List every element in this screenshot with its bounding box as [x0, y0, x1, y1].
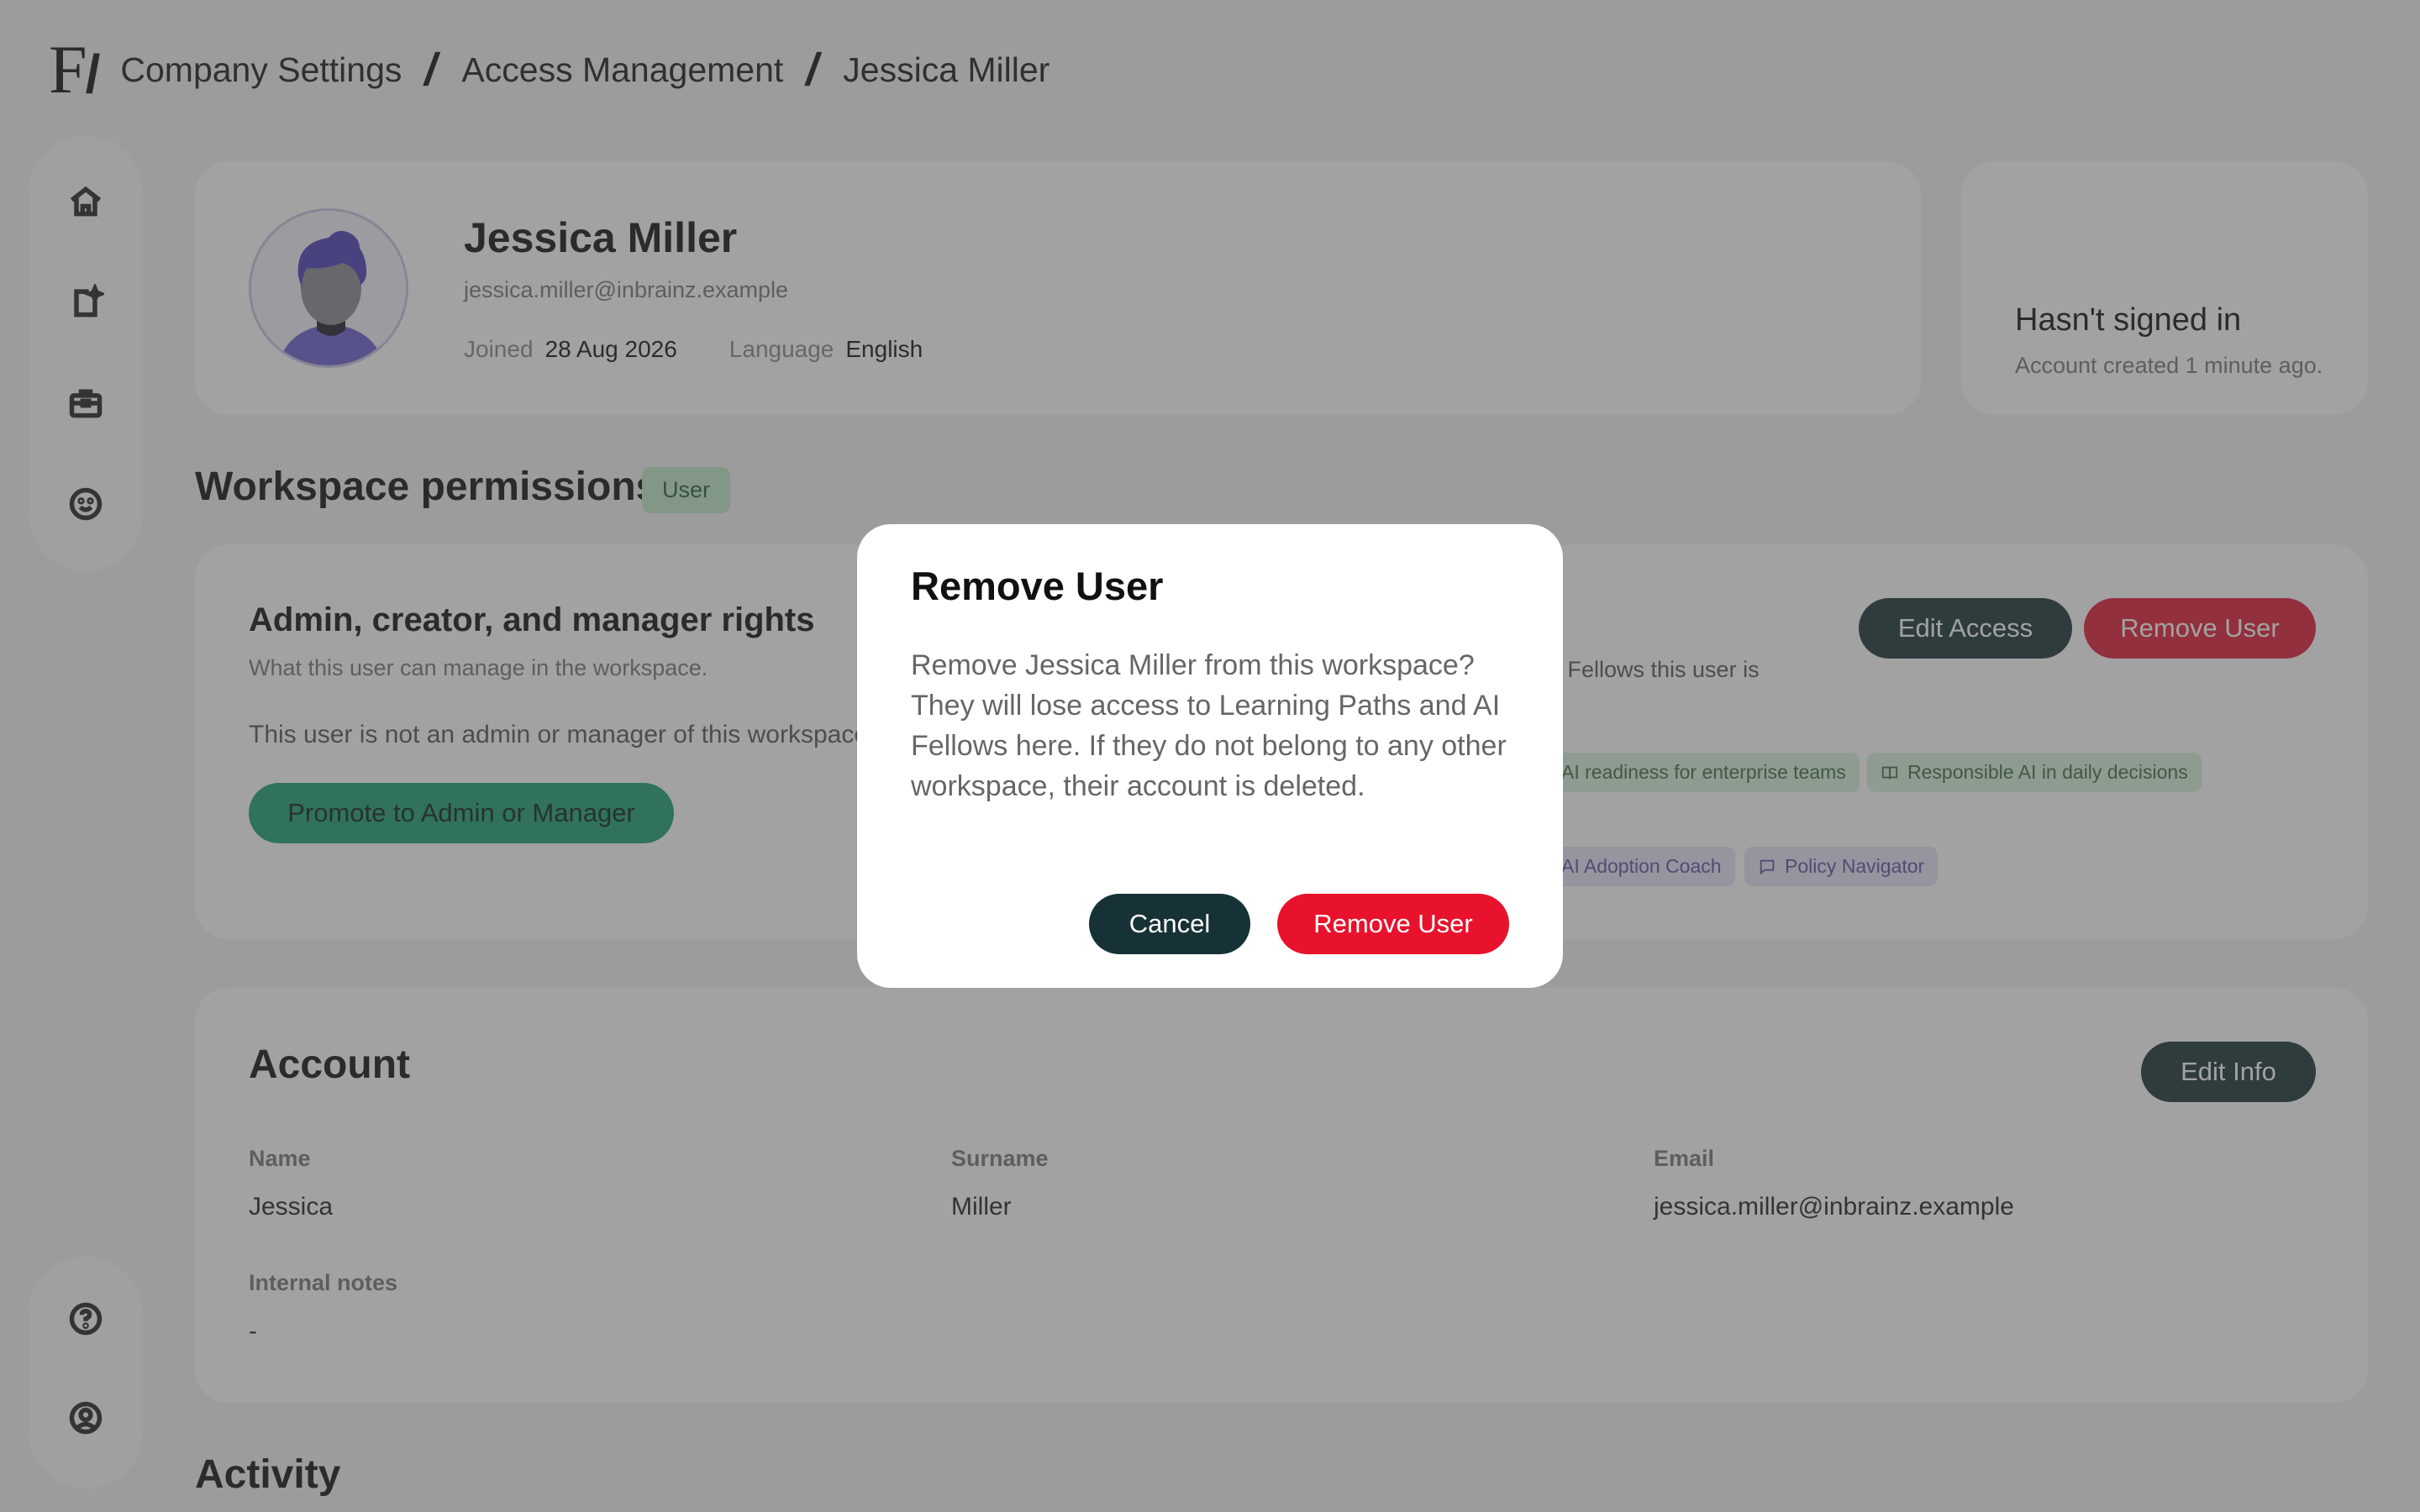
remove-user-dialog: Remove User Remove Jessica Miller from t…: [857, 524, 1563, 988]
dialog-message: Remove Jessica Miller from this workspac…: [911, 649, 1507, 802]
cancel-button[interactable]: Cancel: [1089, 894, 1250, 954]
dialog-title: Remove User: [911, 564, 1164, 608]
confirm-remove-button[interactable]: Remove User: [1277, 894, 1509, 954]
